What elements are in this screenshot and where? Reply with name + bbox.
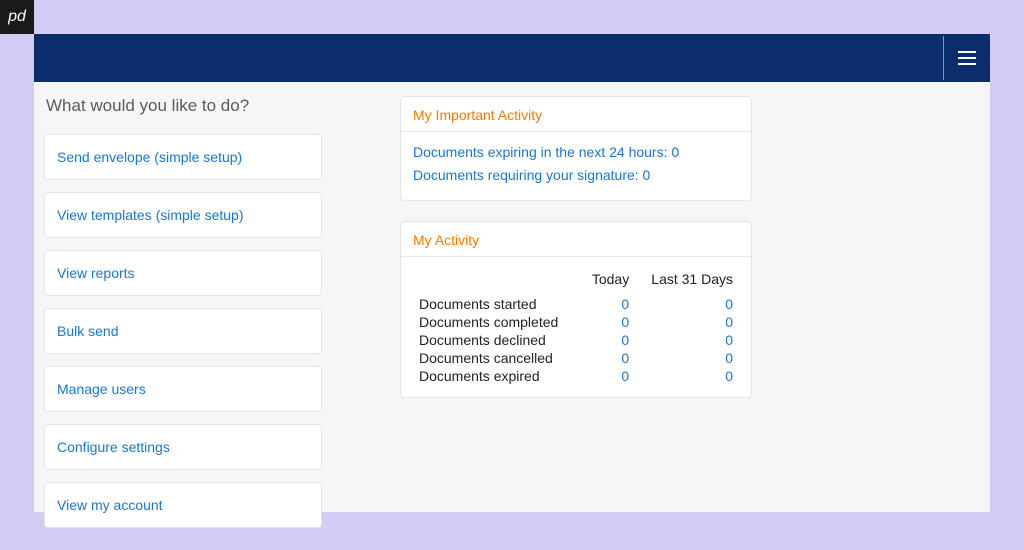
important-activity-panel: My Important Activity Documents expiring… [400,96,752,201]
content: What would you like to do? Send envelope… [34,82,990,550]
table-row: Documents started 0 0 [413,295,739,313]
last31-value[interactable]: 0 [635,313,739,331]
activity-table: Today Last 31 Days Documents started 0 0 [413,267,739,385]
my-activity-panel: My Activity Today Last 31 Days [400,221,752,398]
left-column: What would you like to do? Send envelope… [44,96,322,540]
expiring-docs-link[interactable]: Documents expiring in the next 24 hours:… [413,142,739,163]
today-value[interactable]: 0 [581,295,636,313]
today-value[interactable]: 0 [581,331,636,349]
action-view-reports[interactable]: View reports [44,250,322,296]
col-last31: Last 31 Days [635,267,739,295]
today-value[interactable]: 0 [581,349,636,367]
action-bulk-send[interactable]: Bulk send [44,308,322,354]
last31-value[interactable]: 0 [635,367,739,385]
row-label: Documents completed [413,313,581,331]
table-row: Documents cancelled 0 0 [413,349,739,367]
col-today: Today [581,267,636,295]
today-value[interactable]: 0 [581,367,636,385]
signature-required-link[interactable]: Documents requiring your signature: 0 [413,165,739,186]
action-configure-settings[interactable]: Configure settings [44,424,322,470]
row-label: Documents declined [413,331,581,349]
row-label: Documents cancelled [413,349,581,367]
page-title: What would you like to do? [44,96,322,116]
table-row: Documents completed 0 0 [413,313,739,331]
action-view-my-account[interactable]: View my account [44,482,322,528]
top-bar [34,34,990,82]
app-container: What would you like to do? Send envelope… [34,34,990,512]
menu-wrap [943,36,990,80]
my-activity-body: Today Last 31 Days Documents started 0 0 [401,257,751,397]
table-row: Documents declined 0 0 [413,331,739,349]
today-value[interactable]: 0 [581,313,636,331]
right-column: My Important Activity Documents expiring… [400,96,752,540]
table-row: Documents expired 0 0 [413,367,739,385]
hamburger-icon[interactable] [958,51,976,65]
last31-value[interactable]: 0 [635,295,739,313]
important-activity-body: Documents expiring in the next 24 hours:… [401,132,751,200]
last31-value[interactable]: 0 [635,331,739,349]
row-label: Documents started [413,295,581,313]
row-label: Documents expired [413,367,581,385]
action-view-templates[interactable]: View templates (simple setup) [44,192,322,238]
my-activity-title: My Activity [401,222,751,257]
important-activity-title: My Important Activity [401,97,751,132]
action-send-envelope[interactable]: Send envelope (simple setup) [44,134,322,180]
col-blank [413,267,581,295]
action-manage-users[interactable]: Manage users [44,366,322,412]
last31-value[interactable]: 0 [635,349,739,367]
brand-logo: pd [0,0,34,34]
